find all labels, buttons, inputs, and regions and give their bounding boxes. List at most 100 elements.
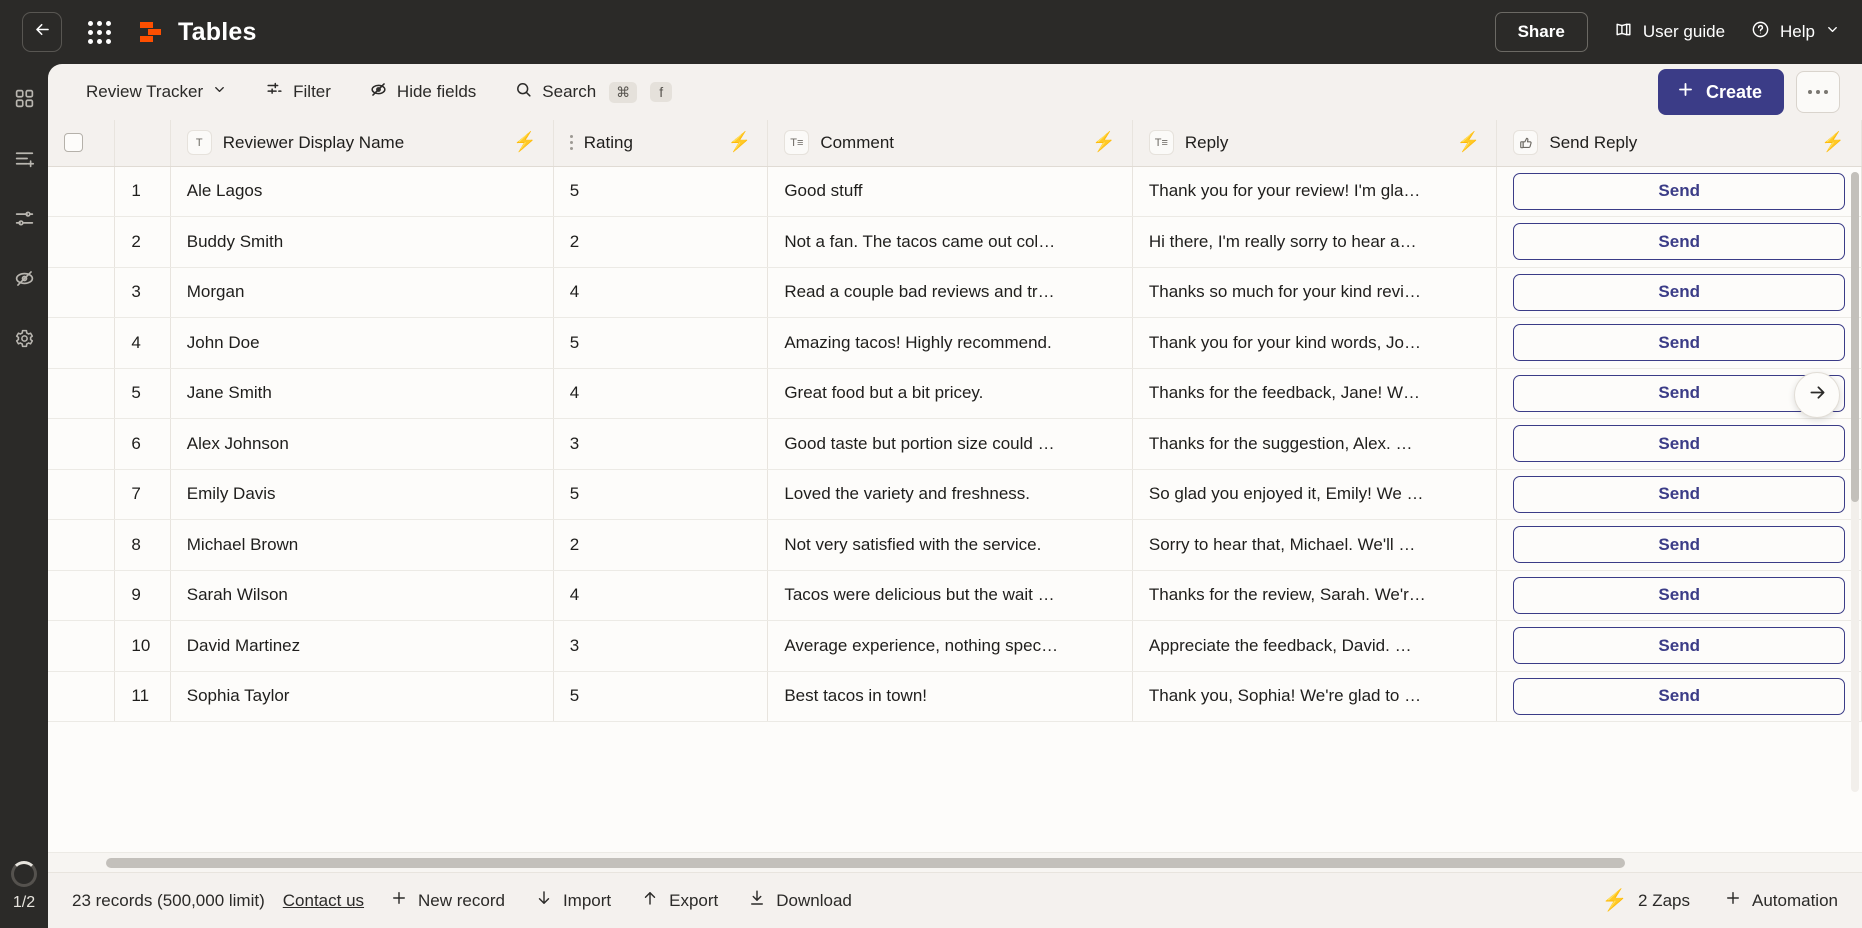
row-select-cell[interactable] bbox=[48, 217, 115, 268]
cell-rating[interactable]: 4 bbox=[553, 267, 768, 318]
table-row[interactable]: 7Emily Davis5Loved the variety and fresh… bbox=[48, 469, 1862, 520]
automation-button[interactable]: Automation bbox=[1724, 889, 1838, 912]
send-button[interactable]: Send bbox=[1513, 577, 1845, 614]
row-select-cell[interactable] bbox=[48, 520, 115, 571]
table-row[interactable]: 6Alex Johnson3Good taste but portion siz… bbox=[48, 419, 1862, 470]
app-grid-icon[interactable] bbox=[82, 15, 116, 49]
view-selector[interactable]: Review Tracker bbox=[74, 75, 239, 109]
row-select-cell[interactable] bbox=[48, 671, 115, 722]
cell-reply[interactable]: Thanks so much for your kind revi… bbox=[1132, 267, 1497, 318]
table-row[interactable]: 5Jane Smith4Great food but a bit pricey.… bbox=[48, 368, 1862, 419]
cell-comment[interactable]: Good taste but portion size could … bbox=[768, 419, 1133, 470]
cell-reviewer-display-name[interactable]: David Martinez bbox=[170, 621, 553, 672]
cell-comment[interactable]: Read a couple bad reviews and tr… bbox=[768, 267, 1133, 318]
select-all-checkbox[interactable] bbox=[64, 133, 83, 152]
cell-reply[interactable]: Thanks for the suggestion, Alex. … bbox=[1132, 419, 1497, 470]
cell-reply[interactable]: Thanks for the feedback, Jane! W… bbox=[1132, 368, 1497, 419]
cell-reply[interactable]: Thank you for your kind words, Jo… bbox=[1132, 318, 1497, 369]
cell-comment[interactable]: Best tacos in town! bbox=[768, 671, 1133, 722]
cell-rating[interactable]: 2 bbox=[553, 217, 768, 268]
send-button[interactable]: Send bbox=[1513, 425, 1845, 462]
new-record-button[interactable]: New record bbox=[390, 889, 505, 912]
send-button[interactable]: Send bbox=[1513, 678, 1845, 715]
column-header-send-reply[interactable]: Send Reply ⚡ bbox=[1497, 120, 1862, 166]
cell-rating[interactable]: 4 bbox=[553, 368, 768, 419]
cell-comment[interactable]: Good stuff bbox=[768, 166, 1133, 217]
cell-reviewer-display-name[interactable]: Morgan bbox=[170, 267, 553, 318]
user-guide-button[interactable]: User guide bbox=[1614, 20, 1725, 44]
create-button[interactable]: Create bbox=[1658, 69, 1784, 115]
back-button[interactable] bbox=[22, 12, 62, 52]
more-options-button[interactable] bbox=[1796, 71, 1840, 113]
send-button[interactable]: Send bbox=[1513, 324, 1845, 361]
cell-reviewer-display-name[interactable]: Sarah Wilson bbox=[170, 570, 553, 621]
cell-comment[interactable]: Not a fan. The tacos came out col… bbox=[768, 217, 1133, 268]
zaps-button[interactable]: ⚡ 2 Zaps bbox=[1602, 890, 1690, 911]
cell-reply[interactable]: Hi there, I'm really sorry to hear a… bbox=[1132, 217, 1497, 268]
search-button[interactable]: Search ⌘ f bbox=[502, 73, 684, 111]
send-button[interactable]: Send bbox=[1513, 223, 1845, 260]
row-select-cell[interactable] bbox=[48, 318, 115, 369]
sidebar-item-hidden-fields[interactable] bbox=[7, 264, 41, 298]
cell-reviewer-display-name[interactable]: Jane Smith bbox=[170, 368, 553, 419]
row-select-cell[interactable] bbox=[48, 419, 115, 470]
cell-reply[interactable]: Thank you, Sophia! We're glad to … bbox=[1132, 671, 1497, 722]
export-button[interactable]: Export bbox=[641, 889, 718, 912]
cell-rating[interactable]: 5 bbox=[553, 469, 768, 520]
cell-reviewer-display-name[interactable]: Sophia Taylor bbox=[170, 671, 553, 722]
send-button[interactable]: Send bbox=[1513, 476, 1845, 513]
brand-home-link[interactable]: Tables bbox=[138, 18, 257, 47]
share-button[interactable]: Share bbox=[1495, 12, 1588, 52]
column-header-reviewer-display-name[interactable]: T Reviewer Display Name ⚡ bbox=[170, 120, 553, 166]
download-button[interactable]: Download bbox=[748, 889, 852, 912]
row-select-cell[interactable] bbox=[48, 368, 115, 419]
cell-rating[interactable]: 2 bbox=[553, 520, 768, 571]
table-row[interactable]: 2Buddy Smith2Not a fan. The tacos came o… bbox=[48, 217, 1862, 268]
cell-rating[interactable]: 5 bbox=[553, 318, 768, 369]
row-select-cell[interactable] bbox=[48, 570, 115, 621]
row-select-cell[interactable] bbox=[48, 469, 115, 520]
cell-comment[interactable]: Loved the variety and freshness. bbox=[768, 469, 1133, 520]
cell-comment[interactable]: Not very satisfied with the service. bbox=[768, 520, 1133, 571]
table-row[interactable]: 8Michael Brown2Not very satisfied with t… bbox=[48, 520, 1862, 571]
row-select-cell[interactable] bbox=[48, 621, 115, 672]
cell-comment[interactable]: Average experience, nothing spec… bbox=[768, 621, 1133, 672]
hide-fields-button[interactable]: Hide fields bbox=[357, 73, 488, 111]
table-row[interactable]: 1Ale Lagos5Good stuffThank you for your … bbox=[48, 166, 1862, 217]
scroll-right-button[interactable] bbox=[1794, 372, 1840, 418]
table-row[interactable]: 11Sophia Taylor5Best tacos in town!Thank… bbox=[48, 671, 1862, 722]
table-row[interactable]: 4John Doe5Amazing tacos! Highly recommen… bbox=[48, 318, 1862, 369]
import-button[interactable]: Import bbox=[535, 889, 611, 912]
table-row[interactable]: 9Sarah Wilson4Tacos were delicious but t… bbox=[48, 570, 1862, 621]
table-row[interactable]: 3Morgan4Read a couple bad reviews and tr… bbox=[48, 267, 1862, 318]
cell-rating[interactable]: 5 bbox=[553, 671, 768, 722]
cell-rating[interactable]: 4 bbox=[553, 570, 768, 621]
table-row[interactable]: 10David Martinez3Average experience, not… bbox=[48, 621, 1862, 672]
horizontal-scrollbar[interactable] bbox=[106, 858, 1852, 868]
cell-reply[interactable]: Thank you for your review! I'm gla… bbox=[1132, 166, 1497, 217]
cell-rating[interactable]: 5 bbox=[553, 166, 768, 217]
sidebar-item-tables[interactable] bbox=[7, 84, 41, 118]
cell-reviewer-display-name[interactable]: Michael Brown bbox=[170, 520, 553, 571]
drag-handle-icon[interactable] bbox=[570, 135, 573, 150]
cell-reply[interactable]: Appreciate the feedback, David. … bbox=[1132, 621, 1497, 672]
filter-button[interactable]: Filter bbox=[253, 73, 343, 111]
column-header-reply[interactable]: T≡ Reply ⚡ bbox=[1132, 120, 1497, 166]
cell-reply[interactable]: Sorry to hear that, Michael. We'll … bbox=[1132, 520, 1497, 571]
send-button[interactable]: Send bbox=[1513, 173, 1845, 210]
send-button[interactable]: Send bbox=[1513, 274, 1845, 311]
cell-rating[interactable]: 3 bbox=[553, 621, 768, 672]
column-header-comment[interactable]: T≡ Comment ⚡ bbox=[768, 120, 1133, 166]
sidebar-item-add-row[interactable] bbox=[7, 144, 41, 178]
cell-reviewer-display-name[interactable]: Alex Johnson bbox=[170, 419, 553, 470]
send-button[interactable]: Send bbox=[1513, 526, 1845, 563]
help-menu-button[interactable]: Help bbox=[1751, 20, 1840, 44]
row-select-cell[interactable] bbox=[48, 166, 115, 217]
sidebar-item-settings[interactable] bbox=[7, 324, 41, 358]
cell-comment[interactable]: Great food but a bit pricey. bbox=[768, 368, 1133, 419]
cell-comment[interactable]: Tacos were delicious but the wait … bbox=[768, 570, 1133, 621]
contact-us-link[interactable]: Contact us bbox=[283, 891, 364, 911]
row-select-cell[interactable] bbox=[48, 267, 115, 318]
send-button[interactable]: Send bbox=[1513, 627, 1845, 664]
sidebar-item-fields[interactable] bbox=[7, 204, 41, 238]
